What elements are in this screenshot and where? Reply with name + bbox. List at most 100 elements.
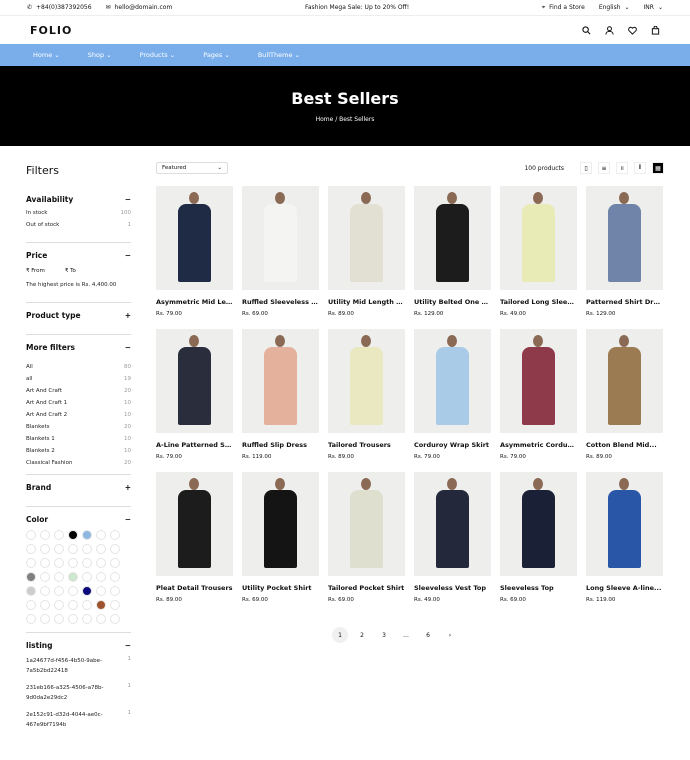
color-swatch[interactable] (96, 600, 106, 610)
color-swatch[interactable] (110, 530, 120, 540)
cart-icon[interactable] (651, 25, 660, 35)
product-image[interactable] (156, 186, 233, 290)
color-swatch[interactable] (40, 530, 50, 540)
product-card[interactable]: Asymmetric Corduroy... Rs. 79.00 (500, 329, 577, 460)
color-swatch[interactable] (54, 572, 64, 582)
filter-option[interactable]: Art And Craft 2 10 (26, 412, 131, 418)
color-swatch[interactable] (68, 572, 78, 582)
filter-header[interactable]: More filters − (26, 343, 131, 352)
product-image[interactable] (414, 472, 491, 576)
filter-option[interactable]: In stock 100 (26, 210, 131, 216)
filter-header[interactable]: Color − (26, 515, 131, 524)
product-image[interactable] (156, 329, 233, 433)
color-swatch[interactable] (68, 530, 78, 540)
product-name[interactable]: Sleeveless Top (500, 584, 577, 592)
product-image[interactable] (242, 329, 319, 433)
price-from-input[interactable]: ₹ From (26, 268, 45, 274)
phone-number[interactable]: +84(0)387392056 (36, 4, 92, 11)
filter-option[interactable]: Blankets 20 (26, 424, 131, 430)
find-store-link[interactable]: Find a Store (549, 4, 585, 11)
more-filters-list[interactable]: All 80 all 19 Art And Craft 20 Art And Craf… (26, 358, 131, 466)
filter-option[interactable]: Art And Craft 1 10 (26, 400, 131, 406)
color-swatch[interactable] (40, 572, 50, 582)
product-image[interactable] (414, 186, 491, 290)
product-name[interactable]: Asymmetric Mid Length... (156, 298, 233, 306)
view-2-columns-icon[interactable]: ॥ (616, 162, 628, 174)
color-swatch[interactable] (54, 614, 64, 624)
color-swatch[interactable] (54, 600, 64, 610)
filter-header[interactable]: Product type + (26, 311, 131, 320)
product-image[interactable] (328, 472, 405, 576)
product-image[interactable] (242, 472, 319, 576)
product-image[interactable] (328, 186, 405, 290)
color-swatch[interactable] (26, 544, 36, 554)
color-swatch[interactable] (40, 558, 50, 568)
page-button[interactable]: 1 (332, 627, 348, 643)
product-image[interactable] (586, 186, 663, 290)
filter-option[interactable]: Art And Craft 20 (26, 388, 131, 394)
nav-item-pages[interactable]: Pages ⌄ (203, 51, 230, 59)
color-swatch[interactable] (68, 586, 78, 596)
color-swatch[interactable] (110, 614, 120, 624)
color-swatch[interactable] (96, 558, 106, 568)
product-name[interactable]: Ruffled Slip Dress (242, 441, 319, 449)
color-swatch[interactable] (110, 558, 120, 568)
page-button[interactable]: ... (398, 627, 414, 643)
filter-header[interactable]: Price − (26, 251, 131, 260)
product-card[interactable]: Corduroy Wrap Skirt Rs. 79.00 (414, 329, 491, 460)
color-swatch[interactable] (26, 586, 36, 596)
product-image[interactable] (500, 186, 577, 290)
filter-option[interactable]: all 19 (26, 376, 131, 382)
view-grid-icon[interactable]: ▦ (652, 162, 664, 174)
color-swatch[interactable] (82, 544, 92, 554)
filter-option[interactable]: 2e152c91-d32d-4044-ae0c-467e9bf7194b 1 (26, 710, 131, 731)
product-image[interactable] (500, 472, 577, 576)
language-select[interactable]: English (599, 4, 621, 11)
product-image[interactable] (586, 472, 663, 576)
product-name[interactable]: Asymmetric Corduroy... (500, 441, 577, 449)
view-1-column-icon[interactable]: ▯ (580, 162, 592, 174)
breadcrumb[interactable]: Home / Best Sellers (316, 116, 375, 123)
color-swatch[interactable] (82, 530, 92, 540)
product-image[interactable] (328, 329, 405, 433)
product-name[interactable]: Tailored Pocket Shirt (328, 584, 405, 592)
page-button[interactable]: 2 (354, 627, 370, 643)
product-card[interactable]: Sleeveless Vest Top Rs. 49.00 (414, 472, 491, 603)
search-icon[interactable] (582, 25, 591, 35)
product-card[interactable]: Asymmetric Mid Length... Rs. 79.00 (156, 186, 233, 317)
product-image[interactable] (586, 329, 663, 433)
product-card[interactable]: Utility Pocket Shirt Rs. 69.00 (242, 472, 319, 603)
filter-option[interactable]: All 80 (26, 364, 131, 370)
nav-item-home[interactable]: Home ⌄ (33, 51, 60, 59)
color-swatch[interactable] (40, 544, 50, 554)
product-image[interactable] (414, 329, 491, 433)
filter-option[interactable]: Blankets 2 10 (26, 448, 131, 454)
color-swatch[interactable] (26, 558, 36, 568)
nav-item-shop[interactable]: Shop ⌄ (88, 51, 112, 59)
product-card[interactable]: Tailored Pocket Shirt Rs. 69.00 (328, 472, 405, 603)
product-card[interactable]: Tailored Trousers Rs. 89.00 (328, 329, 405, 460)
product-card[interactable]: Sleeveless Top Rs. 69.00 (500, 472, 577, 603)
color-swatch[interactable] (26, 530, 36, 540)
color-swatch[interactable] (82, 600, 92, 610)
color-swatch[interactable] (26, 614, 36, 624)
product-card[interactable]: Tailored Long Sleeve... Rs. 49.00 (500, 186, 577, 317)
currency-select[interactable]: INR (644, 4, 654, 11)
color-swatch[interactable] (82, 586, 92, 596)
logo[interactable]: FOLIO (30, 24, 72, 37)
account-icon[interactable] (605, 25, 614, 35)
filter-option[interactable]: Blankets 1 10 (26, 436, 131, 442)
product-card[interactable]: Utility Belted One Piece Rs. 129.00 (414, 186, 491, 317)
color-swatch[interactable] (68, 544, 78, 554)
product-card[interactable]: Long Sleeve A-line... Rs. 119.00 (586, 472, 663, 603)
color-swatch[interactable] (96, 544, 106, 554)
filter-option[interactable]: Classical Fashion 20 (26, 460, 131, 466)
product-card[interactable]: Cotton Blend Mid... Rs. 89.00 (586, 329, 663, 460)
product-card[interactable]: Utility Mid Length Skirt Rs. 89.00 (328, 186, 405, 317)
product-image[interactable] (242, 186, 319, 290)
color-swatch[interactable] (96, 572, 106, 582)
color-swatch[interactable] (68, 600, 78, 610)
product-card[interactable]: Patterned Shirt Dress Rs. 129.00 (586, 186, 663, 317)
color-swatch[interactable] (110, 572, 120, 582)
nav-item-products[interactable]: Products ⌄ (140, 51, 176, 59)
